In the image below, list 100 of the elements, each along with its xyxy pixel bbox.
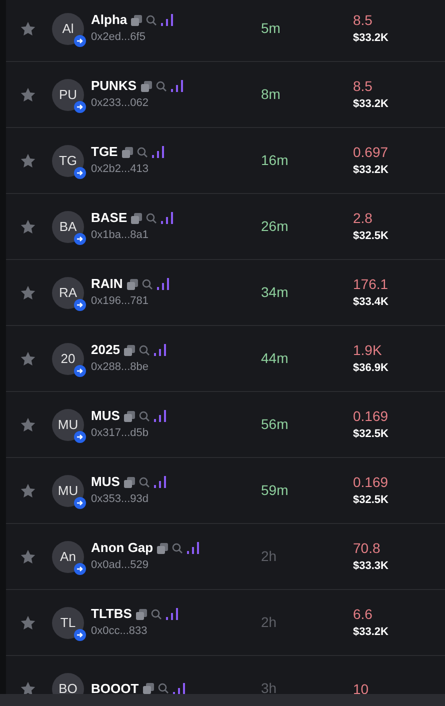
- market-cap: $32.5K: [353, 427, 388, 442]
- star-icon[interactable]: [19, 548, 37, 566]
- copy-icon[interactable]: [157, 542, 168, 554]
- token-avatar: An: [52, 540, 84, 572]
- star-icon[interactable]: [19, 416, 37, 434]
- token-age: 26m: [261, 218, 288, 234]
- market-cap: $32.5K: [353, 229, 388, 244]
- signal-bars-icon: [170, 80, 183, 92]
- token-age: 34m: [261, 284, 288, 300]
- token-name[interactable]: MUS: [91, 474, 120, 490]
- token-name[interactable]: TGE: [91, 144, 118, 160]
- token-address: 0x0cc...833: [91, 624, 148, 639]
- signal-bars-icon: [152, 146, 164, 158]
- signal-bars-icon: [154, 344, 166, 356]
- chain-badge-icon: [74, 430, 86, 442]
- token-age: 44m: [261, 350, 288, 366]
- token-price: 70.8: [353, 539, 382, 557]
- search-icon[interactable]: [156, 80, 167, 92]
- search-icon[interactable]: [142, 278, 153, 290]
- signal-bars-icon: [166, 608, 178, 620]
- copy-icon[interactable]: [136, 608, 147, 620]
- token-age: 3h: [261, 680, 277, 694]
- copy-icon[interactable]: [124, 344, 135, 356]
- copy-icon[interactable]: [140, 80, 152, 92]
- search-icon[interactable]: [172, 542, 184, 554]
- copy-icon[interactable]: [126, 278, 138, 290]
- token-avatar: TG: [52, 144, 84, 176]
- search-icon[interactable]: [158, 683, 169, 694]
- copy-icon[interactable]: [131, 212, 142, 224]
- token-avatar: 20: [52, 342, 84, 374]
- signal-bars-icon: [154, 410, 166, 422]
- chain-badge-icon: [74, 628, 86, 640]
- token-address: 0x0ad...529: [91, 558, 150, 573]
- token-age: 16m: [261, 152, 288, 168]
- token-name[interactable]: BASE: [91, 210, 128, 226]
- token-price: 10: [353, 680, 369, 694]
- signal-bars-icon: [154, 476, 166, 488]
- token-address: 0x1ba...8a1: [91, 228, 150, 243]
- search-icon[interactable]: [150, 608, 162, 620]
- token-address: 0x196...781: [91, 294, 150, 309]
- star-icon[interactable]: [19, 482, 37, 500]
- token-age: 2h: [261, 614, 277, 630]
- copy-icon[interactable]: [131, 14, 142, 26]
- star-icon[interactable]: [19, 152, 37, 170]
- copy-icon[interactable]: [122, 146, 133, 158]
- token-name[interactable]: Anon Gap: [91, 540, 154, 556]
- token-price: 2.8: [353, 209, 374, 227]
- chain-badge-icon: [74, 496, 86, 508]
- signal-bars-icon: [187, 542, 200, 554]
- star-icon[interactable]: [19, 680, 37, 694]
- chain-badge-icon: [74, 166, 86, 178]
- token-address: 0x317...d5b: [91, 426, 150, 441]
- star-icon[interactable]: [19, 20, 37, 38]
- market-cap: $33.2K: [353, 97, 388, 112]
- search-icon[interactable]: [138, 476, 150, 488]
- market-cap: $33.4K: [353, 295, 388, 310]
- token-avatar: TL: [52, 606, 84, 638]
- search-icon[interactable]: [138, 410, 150, 422]
- token-avatar: BA: [52, 210, 84, 242]
- token-address: 0x288...8be: [91, 360, 150, 375]
- chain-badge-icon: [74, 298, 86, 310]
- token-address: 0x233...062: [91, 96, 150, 111]
- token-name[interactable]: BOOOT: [91, 680, 139, 694]
- market-cap: $33.3K: [353, 559, 388, 574]
- search-icon[interactable]: [138, 344, 150, 356]
- token-name[interactable]: RAIN: [91, 276, 123, 292]
- chain-badge-icon: [74, 562, 86, 574]
- token-price: 0.169: [353, 473, 388, 491]
- token-avatar: BO: [52, 672, 84, 694]
- signal-bars-icon: [161, 14, 174, 26]
- chain-badge-icon: [74, 232, 86, 244]
- copy-icon[interactable]: [142, 683, 154, 694]
- signal-bars-icon: [172, 682, 185, 694]
- token-price: 8.5: [353, 77, 374, 95]
- token-name[interactable]: MUS: [91, 408, 120, 424]
- token-age: 8m: [261, 86, 280, 102]
- copy-icon[interactable]: [124, 410, 135, 422]
- token-price: 1.9K: [353, 341, 383, 359]
- signal-bars-icon: [156, 278, 169, 290]
- star-icon[interactable]: [19, 284, 37, 302]
- token-name[interactable]: Alpha: [91, 12, 128, 28]
- search-icon[interactable]: [146, 212, 158, 224]
- star-icon[interactable]: [19, 218, 37, 236]
- chain-badge-icon: [74, 100, 86, 112]
- search-icon[interactable]: [136, 146, 148, 158]
- market-cap: $33.2K: [353, 163, 388, 178]
- token-name[interactable]: PUNKS: [91, 78, 137, 94]
- token-age: 56m: [261, 416, 288, 432]
- star-icon[interactable]: [19, 350, 37, 368]
- token-avatar: MU: [52, 408, 84, 440]
- token-avatar: Al: [52, 12, 84, 44]
- copy-icon[interactable]: [124, 476, 135, 488]
- token-address: 0x2ed...6f5: [91, 30, 146, 45]
- token-price: 176.1: [353, 275, 388, 293]
- token-name[interactable]: 2025: [91, 342, 120, 358]
- star-icon[interactable]: [19, 86, 37, 104]
- token-name[interactable]: TLTBS: [91, 606, 132, 622]
- search-icon[interactable]: [146, 14, 158, 26]
- star-icon[interactable]: [19, 614, 37, 632]
- token-price: 0.697: [353, 143, 388, 161]
